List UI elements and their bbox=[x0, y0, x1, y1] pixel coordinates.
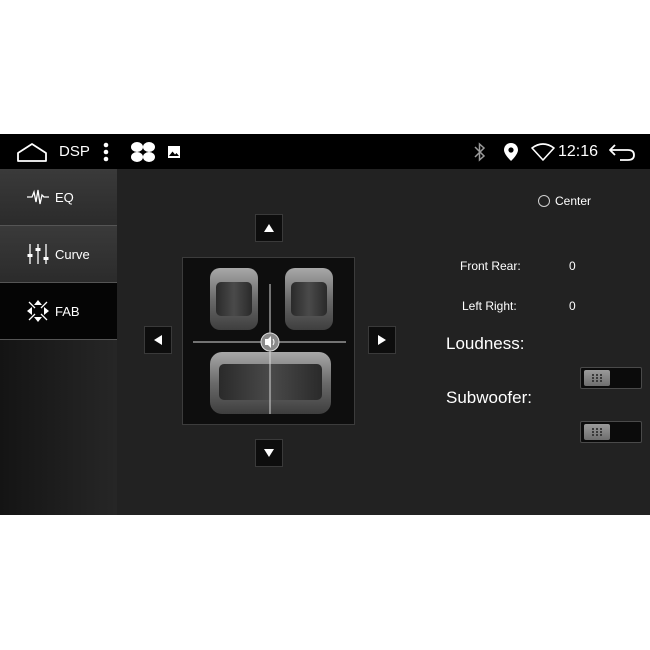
seat-balance-map[interactable] bbox=[182, 257, 355, 425]
sidebar-item-label: Curve bbox=[55, 246, 90, 262]
sidebar-item-fab[interactable]: FAB bbox=[0, 283, 117, 340]
fab-panel: Center Front Rear: 0 Left Right: 0 Loudn… bbox=[117, 169, 650, 515]
center-label: Center bbox=[555, 194, 592, 208]
subwoofer-label: Subwoofer: bbox=[446, 388, 532, 407]
arrow-up-icon bbox=[264, 224, 274, 232]
bluetooth-icon bbox=[474, 141, 486, 162]
sidebar-item-curve[interactable]: Curve bbox=[0, 226, 117, 283]
grip-icon bbox=[592, 374, 602, 382]
front-right-seat bbox=[285, 268, 333, 330]
front-rear-label: Front Rear: bbox=[460, 259, 521, 273]
front-left-seat bbox=[210, 268, 258, 330]
left-right-label: Left Right: bbox=[462, 299, 517, 313]
app-title: DSP bbox=[59, 143, 90, 160]
toggle-knob bbox=[584, 370, 610, 386]
home-icon bbox=[17, 142, 47, 162]
balance-left-button[interactable] bbox=[144, 326, 172, 354]
curve-sliders-icon bbox=[25, 241, 51, 267]
center-option[interactable]: Center bbox=[538, 194, 591, 208]
speaker-position-icon[interactable] bbox=[260, 332, 280, 352]
left-right-value: 0 bbox=[569, 299, 576, 313]
sidebar-item-label: EQ bbox=[55, 189, 74, 205]
front-rear-value: 0 bbox=[569, 259, 576, 273]
eq-waveform-icon bbox=[25, 184, 51, 210]
sidebar-item-label: FAB bbox=[55, 303, 80, 319]
wifi-icon bbox=[531, 142, 555, 161]
apps-button[interactable] bbox=[128, 134, 158, 169]
fader-down-button[interactable] bbox=[255, 439, 283, 467]
grip-icon bbox=[592, 428, 602, 436]
dsp-screen: DSP 12:16 EQ Curve FAB Center Front Rear… bbox=[0, 134, 650, 515]
apps-icon bbox=[131, 141, 155, 162]
arrow-left-icon bbox=[154, 335, 162, 345]
fader-up-button[interactable] bbox=[255, 214, 283, 242]
location-icon bbox=[504, 142, 518, 161]
center-radio[interactable] bbox=[538, 195, 550, 207]
arrow-down-icon bbox=[264, 449, 274, 457]
loudness-toggle[interactable] bbox=[580, 367, 642, 389]
home-button[interactable] bbox=[14, 134, 50, 169]
subwoofer-toggle[interactable] bbox=[580, 421, 642, 443]
wifi-status bbox=[530, 134, 556, 169]
sidebar: EQ Curve FAB bbox=[0, 169, 117, 515]
loudness-label: Loudness: bbox=[446, 334, 525, 353]
back-icon bbox=[609, 143, 635, 161]
location-status bbox=[500, 134, 522, 169]
clock: 12:16 bbox=[558, 142, 599, 160]
status-bar: DSP 12:16 bbox=[0, 134, 650, 169]
arrow-right-icon bbox=[378, 335, 386, 345]
bluetooth-status bbox=[470, 134, 490, 169]
fab-arrows-icon bbox=[25, 298, 51, 324]
back-button[interactable] bbox=[606, 134, 638, 169]
toggle-knob bbox=[584, 424, 610, 440]
gallery-button[interactable] bbox=[164, 134, 184, 169]
gallery-icon bbox=[168, 145, 180, 158]
more-vert-icon bbox=[103, 142, 109, 161]
sidebar-item-eq[interactable]: EQ bbox=[0, 169, 117, 226]
more-menu-button[interactable] bbox=[98, 134, 114, 169]
balance-right-button[interactable] bbox=[368, 326, 396, 354]
